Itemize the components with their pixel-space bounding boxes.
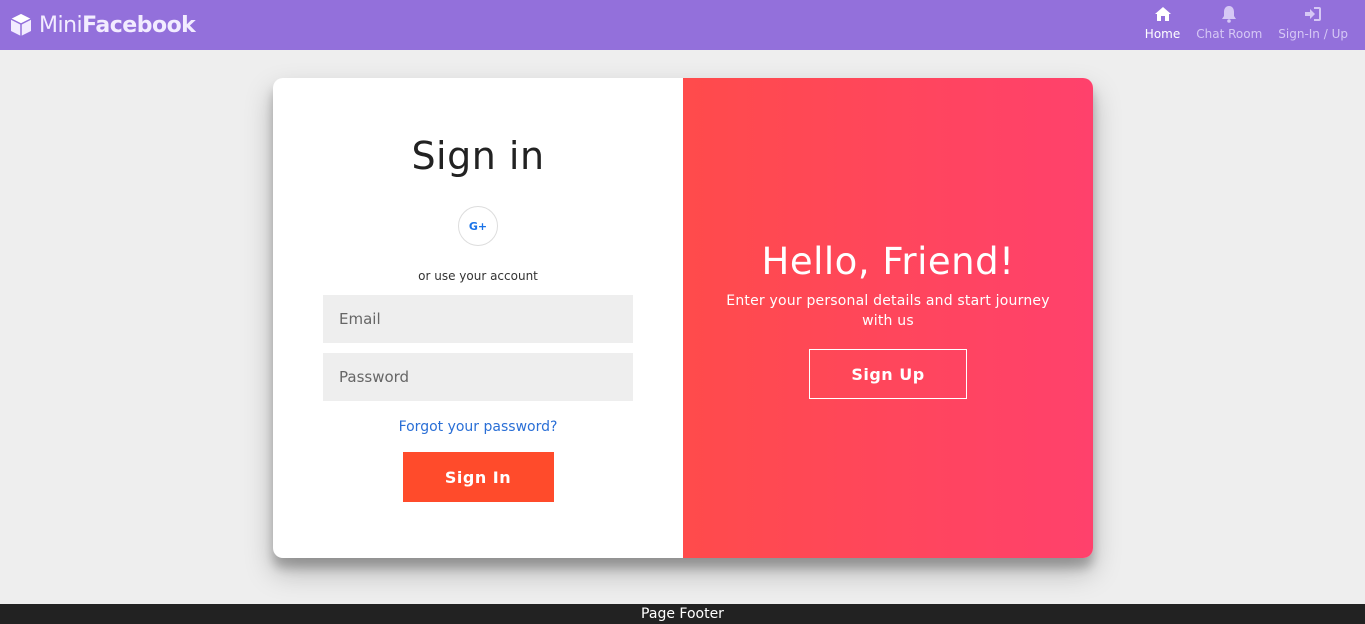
nav-item-sign-in-up[interactable]: Sign-In / Up (1270, 0, 1356, 50)
email-input[interactable] (323, 295, 633, 343)
overlay-subtitle: Enter your personal details and start jo… (726, 293, 1050, 329)
nav-links: Home Chat Room Sign-In / Up (1137, 0, 1356, 50)
brand-logo[interactable]: Mini Facebook (9, 12, 196, 38)
sign-in-title: Sign in (411, 134, 545, 178)
nav-item-home[interactable]: Home (1137, 0, 1188, 50)
home-icon (1154, 7, 1171, 21)
navbar: Mini Facebook Home Chat Room Sign-In / Up (0, 0, 1365, 50)
forgot-password-link[interactable]: Forgot your password? (399, 419, 558, 435)
brand-name-bold: Facebook (82, 12, 196, 38)
overlay-title: Hello, Friend! (761, 240, 1015, 283)
auth-card: Sign in G+ or use your account Forgot yo… (273, 78, 1093, 558)
sign-up-button[interactable]: Sign Up (809, 349, 967, 399)
google-plus-button[interactable]: G+ (458, 206, 498, 246)
sign-in-panel: Sign in G+ or use your account Forgot yo… (273, 78, 683, 558)
brand-name-light: Mini (39, 12, 83, 38)
google-plus-icon: G+ (468, 219, 488, 233)
overlay-panel: Hello, Friend! Enter your personal detai… (683, 78, 1093, 558)
page-footer: Page Footer (0, 604, 1365, 624)
nav-item-chat-room[interactable]: Chat Room (1188, 0, 1270, 50)
nav-item-chat-room-label: Chat Room (1196, 27, 1263, 41)
bell-icon (1222, 6, 1237, 23)
sign-in-icon (1305, 7, 1322, 21)
alt-login-text: or use your account (418, 269, 538, 283)
nav-item-home-label: Home (1144, 27, 1181, 41)
sign-in-button[interactable]: Sign In (402, 452, 554, 502)
password-input[interactable] (323, 353, 633, 401)
nav-item-sign-in-up-label: Sign-In / Up (1278, 27, 1348, 41)
cube-icon (10, 14, 32, 36)
footer-text: Page Footer (641, 606, 724, 622)
